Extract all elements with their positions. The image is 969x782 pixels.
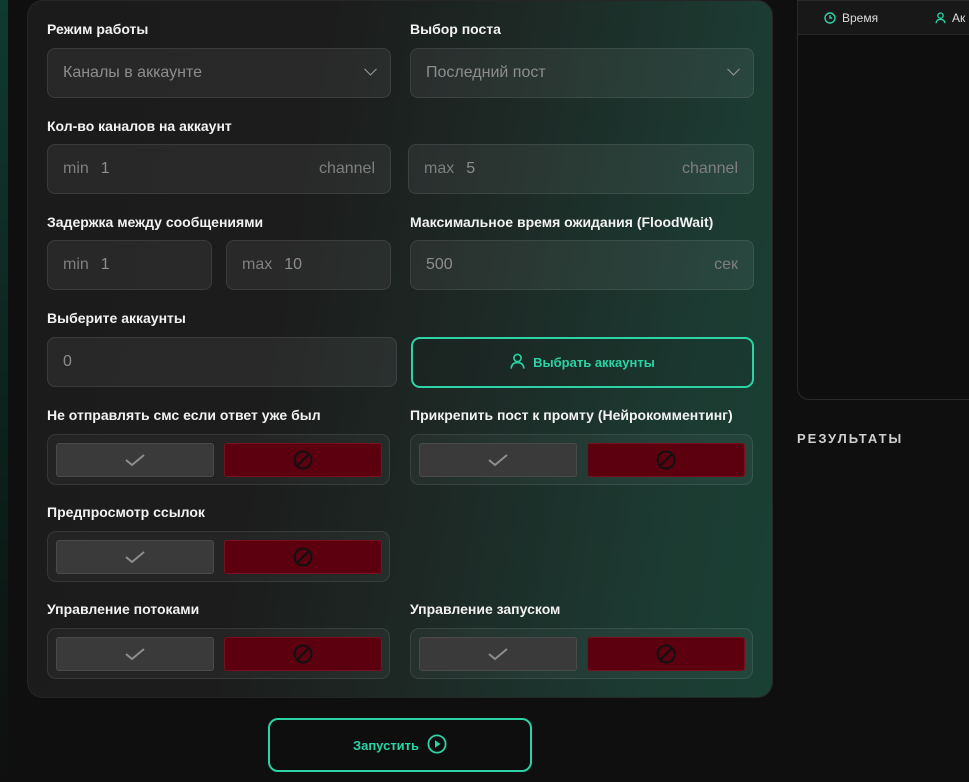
select-accounts-label: Выбрать аккаунты xyxy=(533,355,655,370)
enable-button[interactable] xyxy=(56,540,214,574)
check-icon xyxy=(488,454,508,467)
column-time-label: Время xyxy=(842,11,879,25)
post-select[interactable]: Последний пост xyxy=(410,48,754,98)
toggle-label-link-preview: Предпросмотр ссылок xyxy=(47,504,205,520)
column-time[interactable]: Время xyxy=(824,11,878,25)
accounts-input[interactable]: 0 xyxy=(47,337,397,387)
results-heading: РЕЗУЛЬТАТЫ xyxy=(797,431,904,446)
check-icon xyxy=(125,454,145,467)
column-account[interactable]: Ак xyxy=(935,11,965,25)
settings-panel: Режим работы Каналы в аккаунте Выбор пос… xyxy=(27,0,773,698)
accounts-label: Выберите аккаунты xyxy=(47,310,186,326)
enable-button[interactable] xyxy=(56,443,214,477)
check-icon xyxy=(125,648,145,661)
user-icon xyxy=(510,353,525,372)
disable-button[interactable] xyxy=(224,443,382,477)
mode-value: Каналы в аккаунте xyxy=(63,64,203,81)
disable-button[interactable] xyxy=(587,443,745,477)
block-icon xyxy=(656,644,676,664)
user-icon xyxy=(935,12,946,24)
channels-min-suffix: channel xyxy=(318,160,375,177)
enable-button[interactable] xyxy=(56,637,214,671)
post-value: Последний пост xyxy=(426,64,546,81)
toggle-no-sms xyxy=(47,434,390,485)
channels-min-input[interactable]: min 1 channel xyxy=(47,144,391,194)
toggle-link-preview xyxy=(47,531,390,582)
left-edge-accent xyxy=(0,0,8,782)
select-accounts-button[interactable]: Выбрать аккаунты xyxy=(411,337,754,388)
min-prefix: min xyxy=(63,160,89,177)
log-panel: Время Ак xyxy=(797,0,969,400)
enable-button[interactable] xyxy=(419,443,577,477)
delay-max-value: 10 xyxy=(284,256,303,273)
mode-label: Режим работы xyxy=(47,21,149,37)
channels-label: Кол-во каналов на аккаунт xyxy=(47,118,232,134)
mode-select[interactable]: Каналы в аккаунте xyxy=(47,48,391,98)
run-label: Запустить xyxy=(352,737,420,753)
channels-max-suffix: channel xyxy=(681,160,738,177)
disable-button[interactable] xyxy=(224,637,382,671)
chevron-down-icon xyxy=(727,62,740,76)
channels-max-value: 5 xyxy=(466,160,476,177)
enable-button[interactable] xyxy=(419,637,577,671)
clock-icon xyxy=(824,12,836,24)
min-prefix: min xyxy=(63,256,89,273)
block-icon xyxy=(293,547,313,567)
floodwait-suffix: сек xyxy=(714,256,738,273)
max-prefix: max xyxy=(242,256,273,273)
floodwait-value: 500 xyxy=(426,256,453,273)
log-table-header: Время Ак xyxy=(798,1,969,35)
delay-max-input[interactable]: max 10 xyxy=(226,240,391,290)
channels-max-input[interactable]: max 5 channel xyxy=(408,144,754,194)
toggle-label-threads: Управление потоками xyxy=(47,601,200,617)
accounts-value: 0 xyxy=(63,353,72,370)
delay-min-value: 1 xyxy=(100,256,110,273)
toggle-label-no-sms: Не отправлять смс если ответ уже был xyxy=(47,407,321,423)
block-icon xyxy=(293,450,313,470)
post-label: Выбор поста xyxy=(410,21,501,37)
delay-label: Задержка между сообщениями xyxy=(47,214,264,230)
toggle-attach-post xyxy=(410,434,753,485)
toggle-label-attach-post: Прикрепить пост к промту (Нейрокомментин… xyxy=(410,407,733,423)
floodwait-label: Максимальное время ожидания (FloodWait) xyxy=(410,214,714,230)
disable-button[interactable] xyxy=(224,540,382,574)
check-icon xyxy=(125,551,145,564)
floodwait-input[interactable]: 500 сек xyxy=(410,240,754,290)
check-icon xyxy=(488,648,508,661)
channels-min-value: 1 xyxy=(100,160,110,177)
column-account-label: Ак xyxy=(952,11,966,25)
run-button[interactable]: Запустить xyxy=(268,718,532,772)
block-icon xyxy=(656,450,676,470)
max-prefix: max xyxy=(424,160,455,177)
play-icon xyxy=(427,733,447,757)
block-icon xyxy=(293,644,313,664)
toggle-label-launch-control: Управление запуском xyxy=(410,601,561,617)
toggle-launch-control xyxy=(410,628,753,679)
disable-button[interactable] xyxy=(587,637,745,671)
toggle-threads xyxy=(47,628,390,679)
delay-min-input[interactable]: min 1 xyxy=(47,240,212,290)
chevron-down-icon xyxy=(364,62,377,76)
